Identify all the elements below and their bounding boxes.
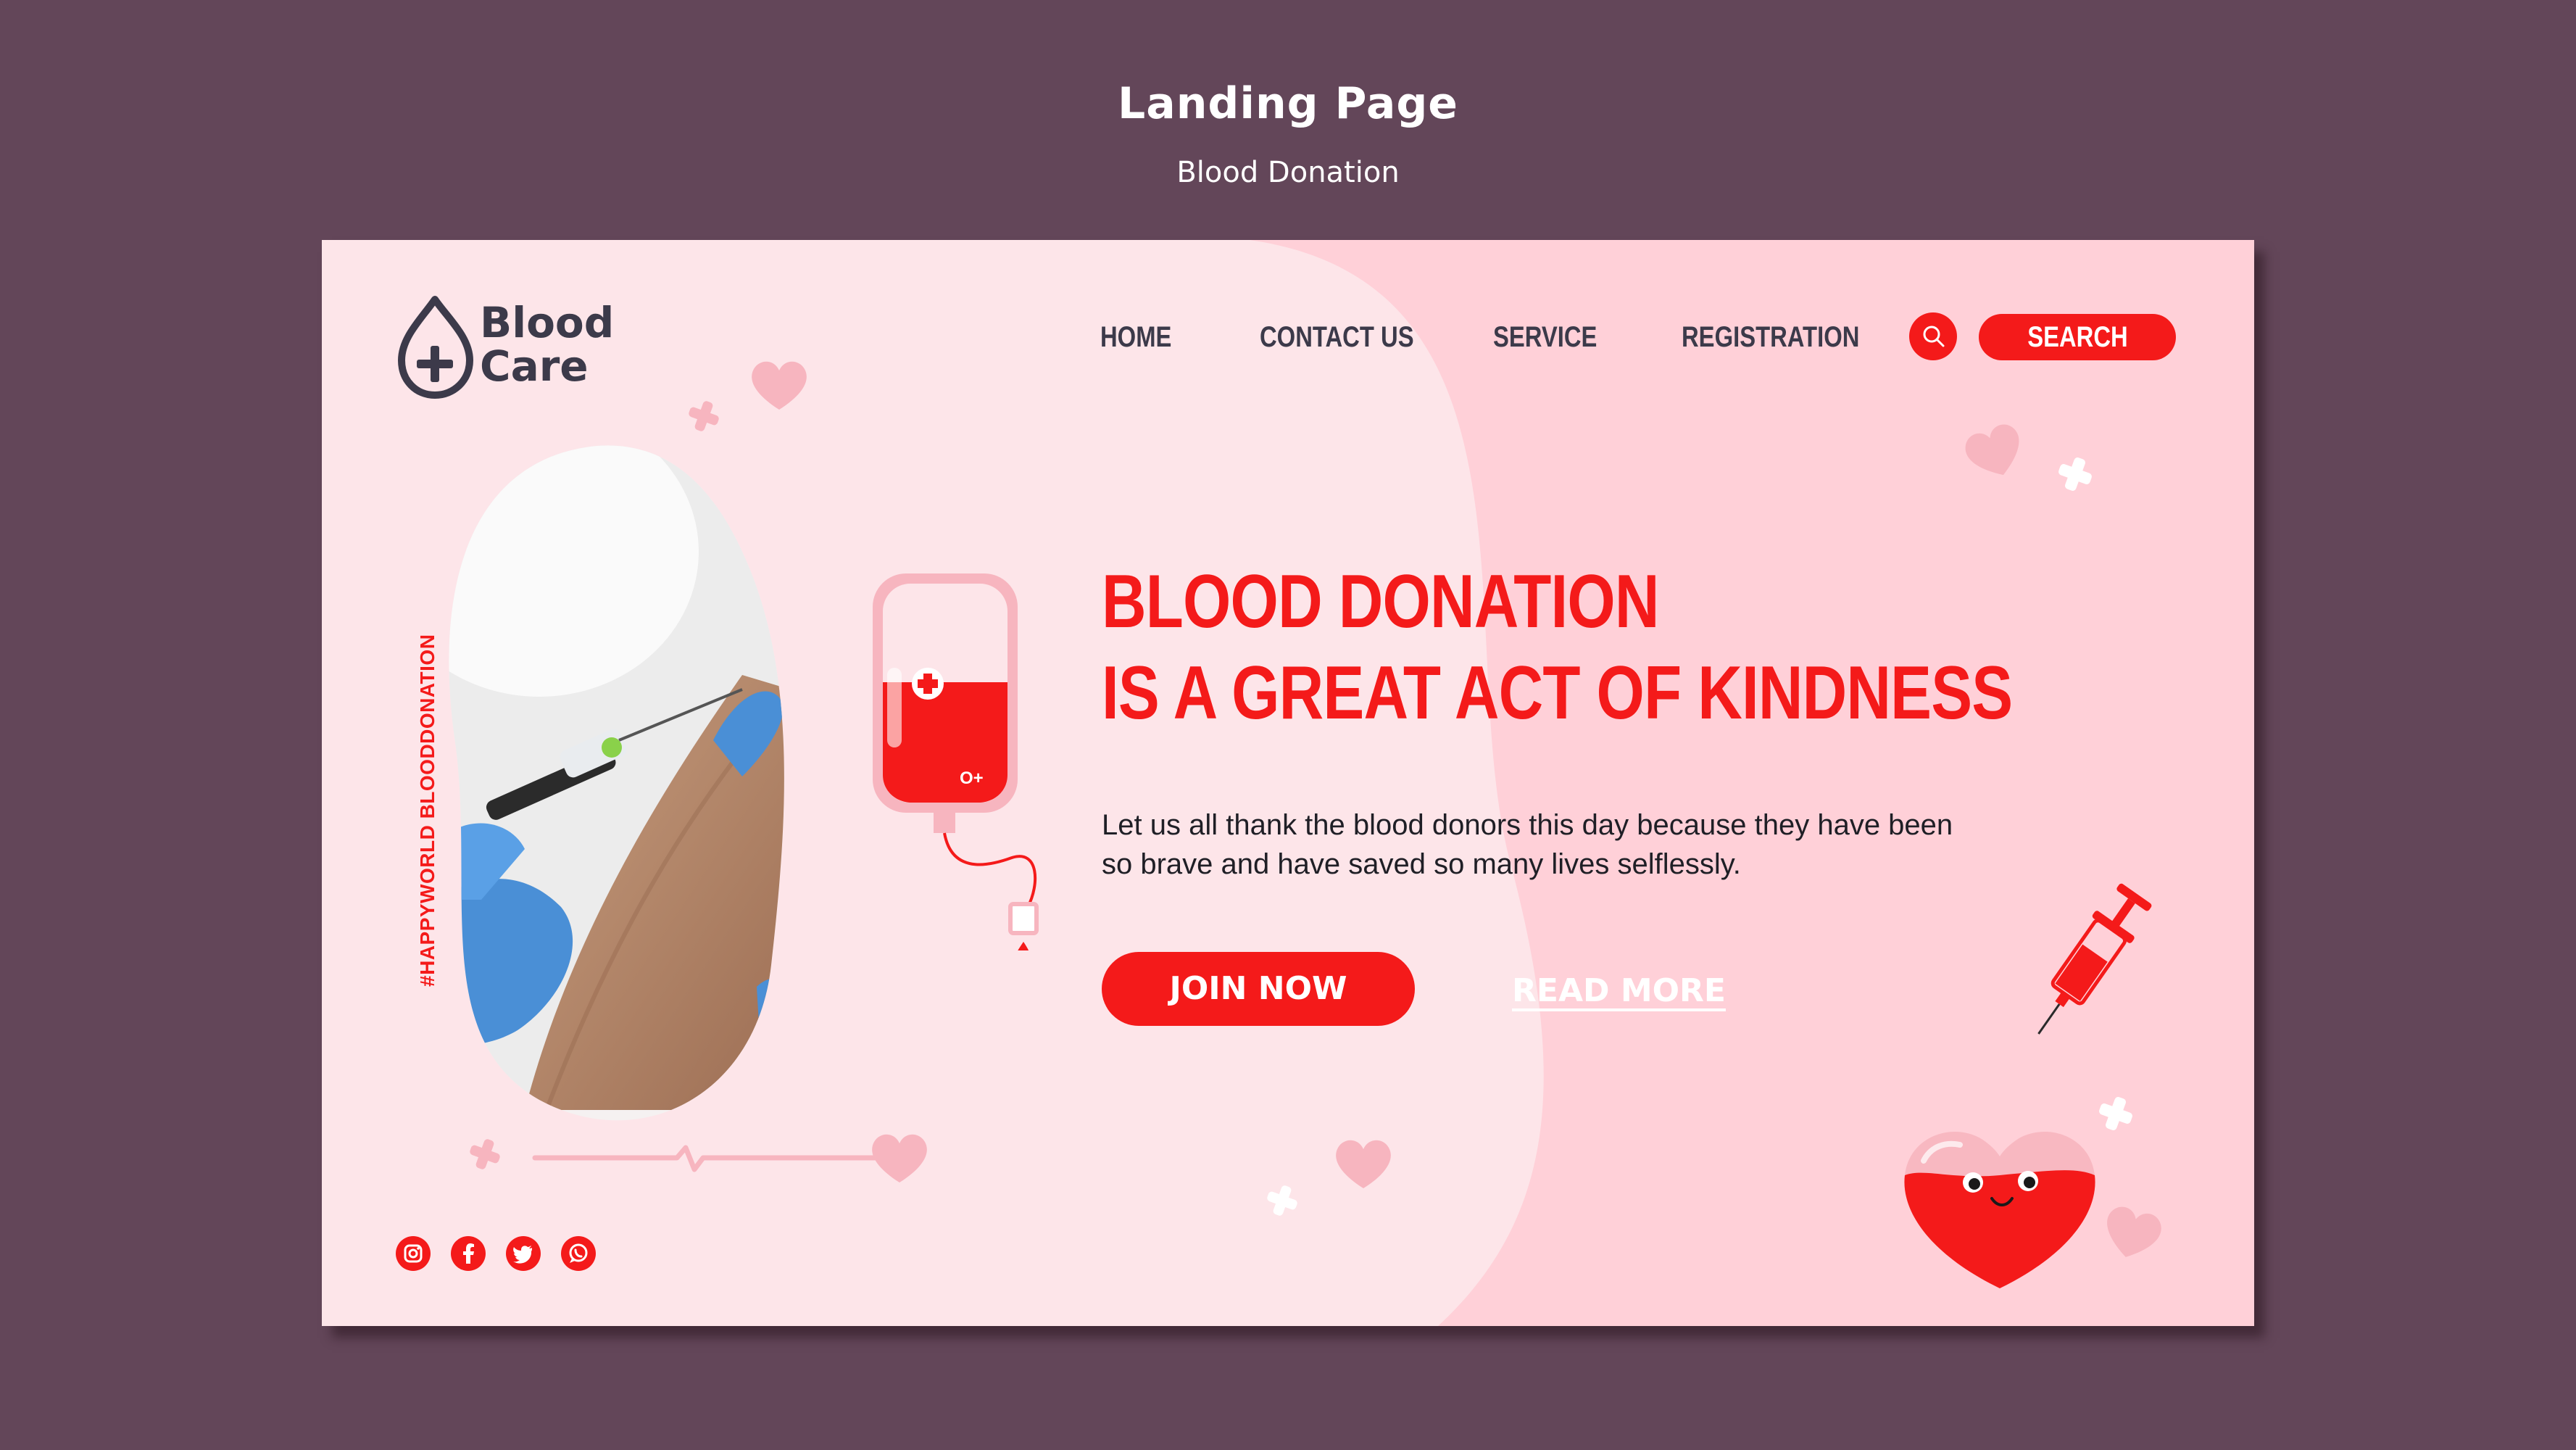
instagram-icon [404, 1244, 423, 1263]
heart-mascot-icon [1904, 1131, 2095, 1288]
nav-item-registration[interactable]: REGISTRATION [1682, 321, 1859, 354]
syringe-icon [2037, 883, 2152, 1035]
brand-logo[interactable]: Blood Care [397, 294, 629, 402]
brand-name: Blood Care [480, 301, 614, 388]
nav-item-home[interactable]: HOME [1100, 321, 1171, 354]
join-now-button[interactable]: JOIN NOW [1102, 952, 1415, 1026]
twitter-button[interactable] [506, 1236, 541, 1271]
plus-icon [470, 1139, 500, 1169]
presentation-subtitle: Blood Donation [1176, 156, 1400, 189]
nav-item-service[interactable]: SERVICE [1493, 321, 1597, 354]
hero-photo [449, 445, 784, 1110]
presentation-title: Landing Page [1118, 78, 1458, 129]
instagram-button[interactable] [396, 1236, 431, 1271]
blood-drop-plus-icon [398, 296, 473, 399]
read-more-link[interactable]: READ MORE [1512, 972, 1726, 1009]
blood-bag-icon: O+ [873, 573, 1039, 950]
whatsapp-icon [569, 1243, 588, 1263]
nav-item-contact-us[interactable]: CONTACT US [1260, 321, 1414, 354]
hero-description: Let us all thank the blood donors this d… [1102, 809, 1953, 880]
plus-icon [689, 401, 719, 431]
hero-title: BLOOD DONATION IS A GREAT ACT OF KINDNES… [1102, 556, 2013, 739]
heart-icon [1965, 424, 2019, 476]
search-icon-button[interactable] [1909, 312, 1957, 360]
side-hashtag: #HAPPYWORLD BLOODDONATION [416, 634, 439, 987]
heart-icon [1336, 1140, 1391, 1188]
facebook-icon [463, 1243, 474, 1264]
twitter-icon [513, 1246, 532, 1264]
heart-icon [752, 361, 807, 410]
heart-icon [2107, 1206, 2161, 1257]
facebook-button[interactable] [451, 1236, 486, 1271]
whatsapp-button[interactable] [561, 1236, 596, 1271]
blood-type-label: O+ [960, 768, 984, 788]
plus-icon [1267, 1185, 1297, 1216]
plus-icon [2058, 457, 2092, 491]
brand-name-line1: Blood [480, 298, 615, 347]
search-button-label: SEARCH [2027, 321, 2128, 353]
hero-title-line2: IS A GREAT ACT OF KINDNESS [1102, 651, 2013, 735]
search-button[interactable]: SEARCH [1979, 314, 2176, 360]
heartbeat-line [532, 1145, 880, 1172]
brand-name-line2: Care [480, 341, 589, 391]
hero-title-line1: BLOOD DONATION [1102, 560, 1659, 644]
landing-page-card: O+ Blood Care HOME CONTACT US SERVICE RE… [322, 240, 2254, 1326]
search-icon [1923, 326, 1945, 347]
